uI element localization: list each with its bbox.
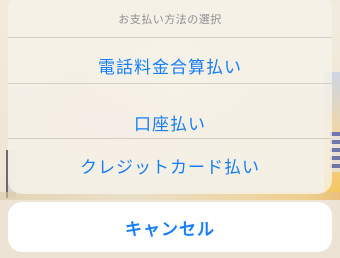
payment-method-action-sheet: お支払い方法の選択 電話料金合算払い 口座払い クレジットカード払い: [8, 0, 332, 194]
option-credit-card-payment[interactable]: クレジットカード払い: [8, 137, 332, 194]
cancel-button[interactable]: キャンセル: [8, 202, 332, 252]
separator: [8, 83, 332, 84]
option-phone-bill-payment[interactable]: 電話料金合算払い: [8, 37, 332, 94]
action-sheet-title: お支払い方法の選択: [118, 12, 222, 26]
